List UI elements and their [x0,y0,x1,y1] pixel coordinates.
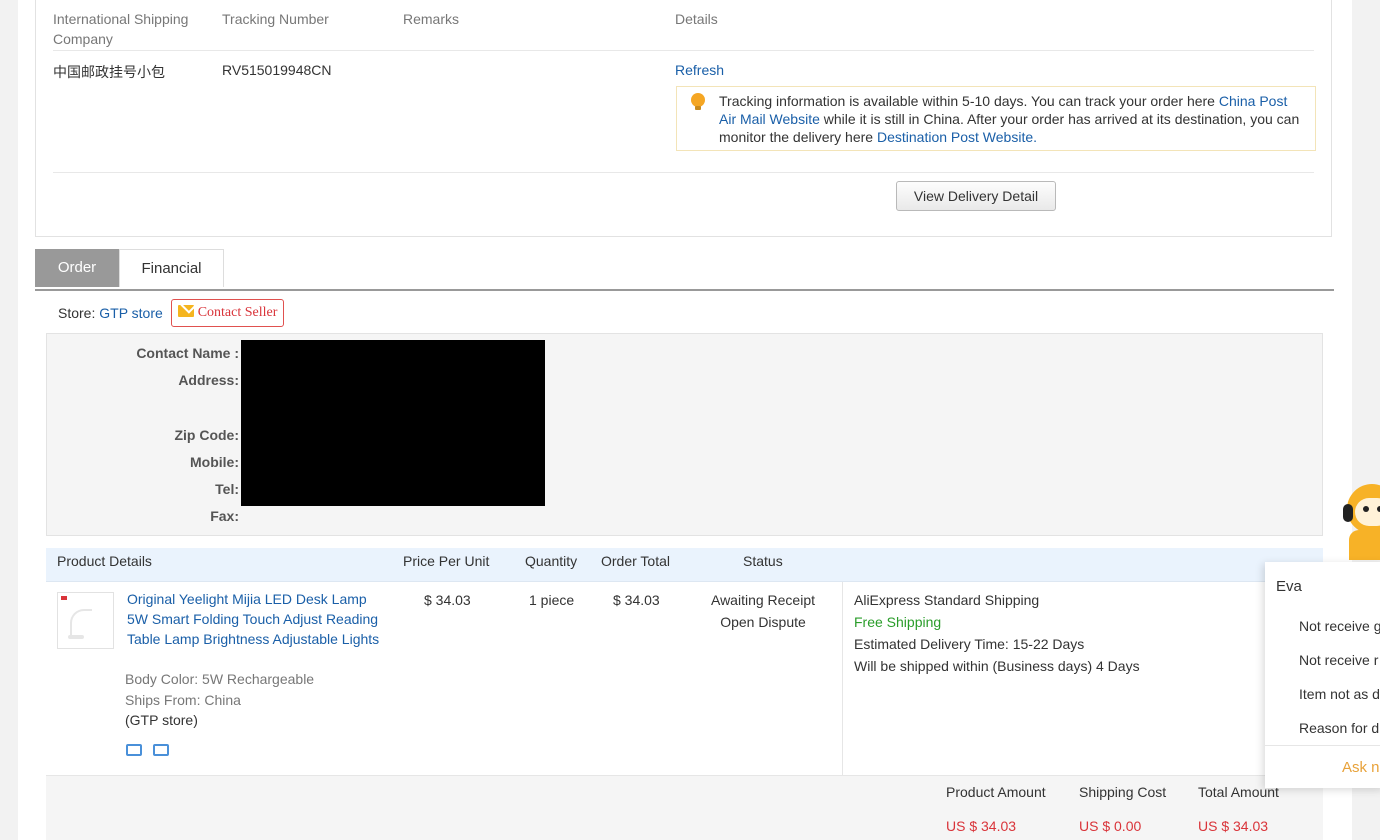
estimated-delivery-value: 15-22 Days [1012,636,1085,652]
shipping-method: AliExpress Standard Shipping [854,592,1040,608]
product-ships-from: Ships From: China [125,692,241,708]
contact-seller-label: Contact Seller [197,305,278,320]
mascot-headset [1343,504,1353,522]
truck-icon[interactable] [126,744,142,756]
view-delivery-detail-button[interactable]: View Delivery Detail [896,181,1056,211]
chat-option-not-received-refund[interactable]: Not receive r [1299,652,1378,668]
brand-mark [61,596,67,600]
ship-within-label: Will be shipped within (Business days) [854,658,1093,674]
total-amount-value: US $ 34.03 [1198,818,1269,834]
destination-post-link[interactable]: Destination Post Website [877,129,1033,145]
order-total-value: $ 34.03 [613,592,660,608]
address-label: Address: [178,372,239,388]
order-detail-page: International Shipping Company Tracking … [18,0,1352,840]
quantity-value: 1 piece [529,592,575,608]
shipping-info-panel: International Shipping Company Tracking … [35,0,1332,237]
mascot-eye [1363,506,1369,512]
ship-within-value: 4 Days [1096,658,1140,674]
mascot-face [1355,498,1380,526]
status-value: Awaiting Receipt [710,592,816,608]
chat-option-item-not-as-described[interactable]: Item not as d [1299,686,1380,702]
tip-period: . [1033,129,1038,145]
header-order-total: Order Total [601,553,670,569]
order-totals: Product Amount Shipping Cost Total Amoun… [46,776,1323,840]
lamp-base [68,635,84,639]
table-row: Original Yeelight Mijia LED Desk Lamp 5W… [46,582,1323,776]
divider [1265,745,1380,746]
header-status: Status [743,553,783,569]
header-price-per-unit: Price Per Unit [403,553,490,569]
lamp-image [70,609,92,637]
redacted-address-block [241,340,545,506]
tip-text: Tracking information is available within… [719,93,1219,109]
contact-seller-button[interactable]: Contact Seller [170,299,285,327]
return-icon[interactable] [153,744,169,756]
shipping-cost-label: Shipping Cost [1079,784,1167,800]
product-body-color: Body Color: 5W Rechargeable [125,671,315,687]
ship-within: Will be shipped within (Business days) 4… [854,658,1140,674]
product-amount-value: US $ 34.03 [946,818,1017,834]
tracking-tip-box: Tracking information is available within… [676,86,1316,151]
header-shipping-company: International Shipping Company [53,11,189,47]
order-tabs: Order Financial [35,249,1334,291]
estimated-delivery: Estimated Delivery Time: 15-22 Days [854,636,1084,652]
tab-order[interactable]: Order [35,249,119,287]
envelope-icon [177,305,194,317]
product-table-header: Product Details Price Per Unit Quantity … [46,548,1323,582]
header-details: Details [675,11,718,27]
product-name-link[interactable]: Original Yeelight Mijia LED Desk Lamp 5W… [127,589,387,649]
shipping-method-column: AliExpress Standard Shipping Free Shippi… [842,582,1324,775]
tracking-number: RV515019948CN [222,62,332,78]
mobile-label: Mobile: [190,454,239,470]
product-store: (GTP store) [125,712,198,728]
carrier-name: 中国邮政挂号小包 [53,64,165,80]
fax-label: Fax: [210,508,239,524]
zip-code-label: Zip Code: [174,427,239,443]
shipping-address-box: Contact Name : Address: Zip Code: Mobile… [46,333,1323,536]
open-dispute-link[interactable]: Open Dispute [708,614,818,630]
chat-ask-button[interactable]: Ask n [1342,759,1380,776]
store-line: Store: GTP store Contact Seller [58,299,285,327]
refresh-link[interactable]: Refresh [675,62,724,78]
product-thumbnail[interactable] [57,592,114,649]
product-amount-label: Product Amount [946,784,1046,800]
lightbulb-icon [691,93,705,110]
header-tracking-number: Tracking Number [222,11,329,27]
chat-assistant-panel: Eva Not receive g Not receive r Item not… [1265,562,1380,788]
price-per-unit: $ 34.03 [424,592,471,608]
chat-mascot-icon[interactable] [1343,478,1380,562]
header-product-details: Product Details [57,553,152,569]
divider [53,50,1314,51]
chat-option-reason-for-dispute[interactable]: Reason for d [1299,720,1379,736]
store-name-link[interactable]: GTP store [99,305,163,321]
contact-name-label: Contact Name : [136,345,239,361]
chat-title: Eva [1276,578,1302,595]
shipping-cost-value: US $ 0.00 [1079,818,1142,834]
tel-label: Tel: [215,481,239,497]
chat-option-not-received-goods[interactable]: Not receive g [1299,618,1380,634]
header-remarks: Remarks [403,11,460,27]
divider [53,172,1314,173]
shipping-fee: Free Shipping [854,614,942,630]
mascot-body [1349,530,1380,560]
header-quantity: Quantity [525,553,578,569]
tab-financial[interactable]: Financial [119,249,224,287]
estimated-delivery-label: Estimated Delivery Time: [854,636,1009,652]
store-label: Store: [58,305,100,321]
